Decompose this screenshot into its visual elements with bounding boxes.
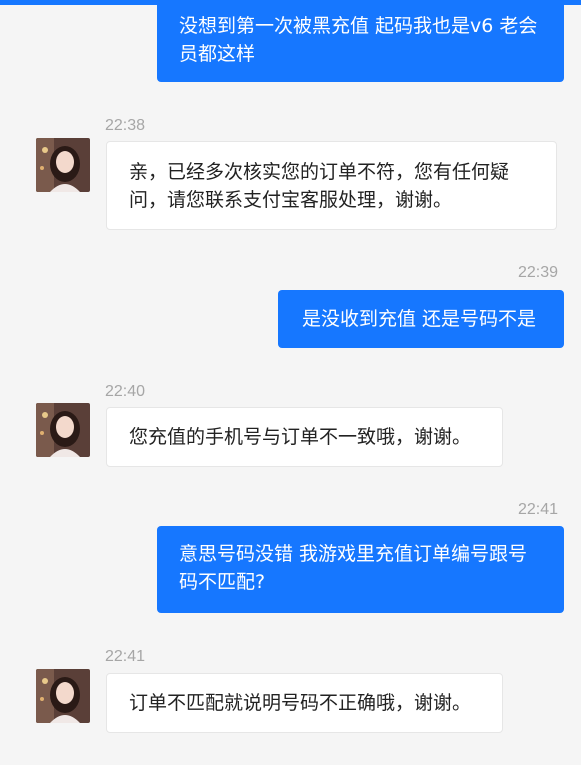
message-text: 没想到第一次被黑充值 起码我也是v6 老会员都这样 [179, 15, 538, 65]
incoming-message-bubble[interactable]: 您充值的手机号与订单不一致哦，谢谢。 [106, 407, 503, 467]
incoming-message-bubble[interactable]: 亲，已经多次核实您的订单不符，您有任何疑问，请您联系支付宝客服处理，谢谢。 [106, 141, 557, 230]
message-timestamp: 22:41 [105, 648, 146, 665]
agent-avatar[interactable] [36, 669, 90, 723]
outgoing-message-bubble[interactable]: 是没收到充值 还是号码不是 [278, 290, 564, 348]
message-timestamp: 22:39 [518, 264, 559, 281]
message-text: 订单不匹配就说明号码不正确哦，谢谢。 [129, 692, 472, 714]
message-text: 亲，已经多次核实您的订单不符，您有任何疑问，请您联系支付宝客服处理，谢谢。 [129, 161, 510, 211]
message-text: 意思号码没错 我游戏里充值订单编号跟号码不匹配? [179, 543, 528, 593]
agent-avatar[interactable] [36, 403, 90, 457]
message-timestamp: 22:41 [518, 501, 559, 518]
message-text: 是没收到充值 还是号码不是 [302, 308, 537, 330]
incoming-message-bubble[interactable]: 订单不匹配就说明号码不正确哦，谢谢。 [106, 673, 503, 733]
agent-avatar[interactable] [36, 138, 90, 192]
message-timestamp: 22:40 [105, 383, 146, 400]
outgoing-message-bubble[interactable]: 没想到第一次被黑充值 起码我也是v6 老会员都这样 [157, 0, 564, 82]
message-timestamp: 22:38 [105, 117, 146, 134]
outgoing-message-bubble[interactable]: 意思号码没错 我游戏里充值订单编号跟号码不匹配? [157, 526, 564, 613]
message-text: 您充值的手机号与订单不一致哦，谢谢。 [129, 426, 472, 448]
